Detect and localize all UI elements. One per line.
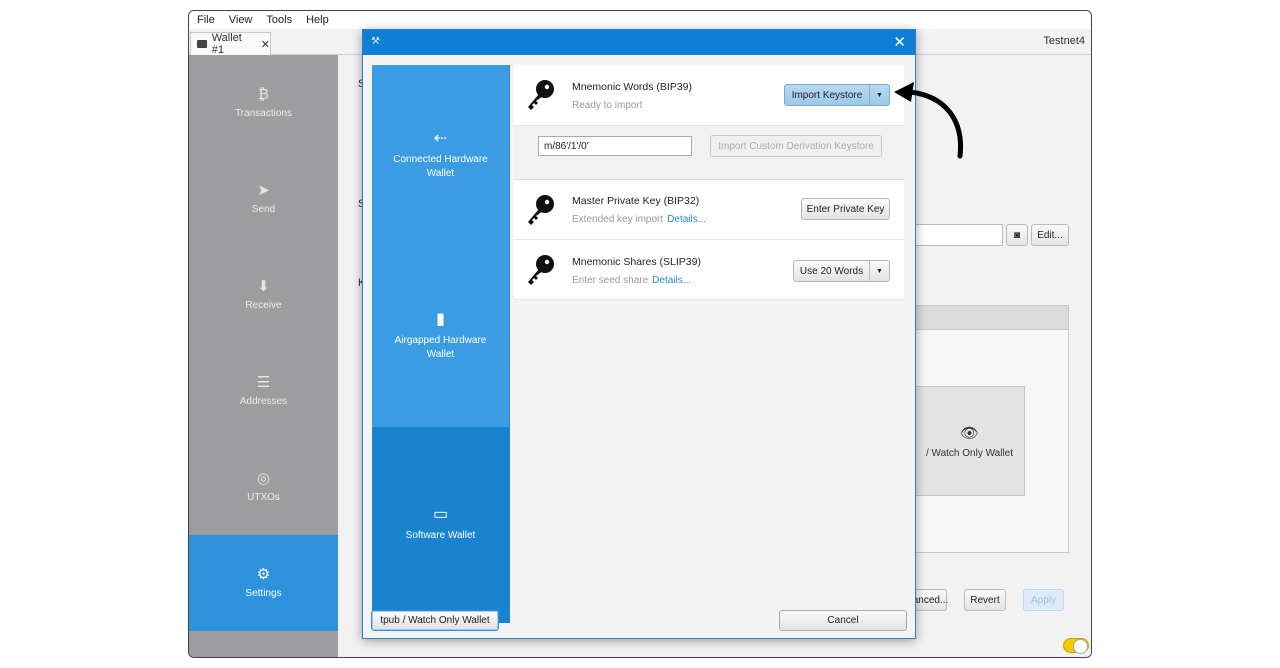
bitcoin-icon: ₿: [257, 86, 270, 103]
keystore-subtitle-text: Enter seed share: [572, 275, 649, 286]
camera-icon: ◙: [1013, 229, 1021, 241]
key-icon: [528, 80, 554, 110]
chevron-down-icon[interactable]: ▼: [869, 261, 889, 281]
import-custom-derivation-button[interactable]: Import Custom Derivation Keystore: [710, 135, 882, 157]
menu-tools[interactable]: Tools: [266, 14, 292, 26]
details-link[interactable]: Details...: [652, 275, 691, 286]
tab-wallet[interactable]: Wallet #1 ✕: [190, 32, 271, 56]
close-icon[interactable]: ✕: [893, 33, 906, 51]
import-keystore-label: Import Keystore: [791, 89, 863, 101]
revert-button[interactable]: Revert: [964, 589, 1006, 611]
menu-bar: File View Tools Help: [189, 11, 1091, 29]
annotation-arrow-icon: [894, 82, 964, 159]
use-20-words-label: Use 20 Words: [799, 265, 864, 277]
sidebar-item-settings[interactable]: ⚙ Settings: [189, 535, 338, 631]
menu-view[interactable]: View: [229, 14, 253, 26]
sidebar-item-label: Receive: [245, 300, 282, 311]
send-icon: ➤: [257, 182, 270, 199]
enter-private-key-button[interactable]: Enter Private Key: [801, 198, 890, 220]
keystore-title: Mnemonic Shares (SLIP39): [572, 256, 701, 268]
sidebar-item-receive[interactable]: ⬇ Receive: [189, 247, 338, 343]
tab-close-icon[interactable]: ✕: [261, 38, 270, 51]
watch-only-wallet-button[interactable]: tpub / Watch Only Wallet: [371, 610, 499, 631]
chevron-down-icon[interactable]: ▼: [869, 85, 889, 105]
sidebar-item-label: Transactions: [235, 108, 292, 119]
menu-help[interactable]: Help: [306, 14, 329, 26]
bg-keystore-panel-header: [916, 306, 1068, 330]
camera-button[interactable]: ◙: [1006, 224, 1028, 246]
theme-toggle[interactable]: [1063, 638, 1089, 654]
laptop-icon: ▭: [432, 506, 449, 523]
keystore-title: Master Private Key (BIP32): [572, 195, 700, 207]
menu-file[interactable]: File: [197, 14, 215, 26]
bg-watch-only-label: / Watch Only Wallet: [925, 447, 1014, 459]
sidebar-item-addresses[interactable]: ☰ Addresses: [189, 343, 338, 439]
import-keystore-button[interactable]: Import Keystore ▼: [784, 84, 890, 106]
sidebar-item-label: Settings: [245, 588, 282, 599]
category-label: Connected Hardware Wallet: [393, 153, 488, 179]
details-link[interactable]: Details...: [667, 214, 706, 225]
bg-descriptor-field[interactable]: [915, 224, 1003, 246]
derivation-path-input[interactable]: m/86'/1'/0': [538, 136, 692, 156]
keystore-row-bip39: Mnemonic Words (BIP39) Ready to import I…: [514, 65, 904, 126]
key-icon: [528, 195, 554, 225]
keystore-subtitle-text: Extended key import: [572, 214, 664, 225]
sidebar-item-label: UTXOs: [247, 492, 280, 503]
use-20-words-button[interactable]: Use 20 Words ▼: [793, 260, 890, 282]
coins-icon: ◎: [256, 470, 271, 487]
keystore-subtitle: Enter seed share Details...: [572, 275, 691, 286]
tab-wallet-label: Wallet #1: [211, 32, 242, 56]
usb-icon: ⇠: [433, 129, 448, 147]
sidebar-item-transactions[interactable]: ₿ Transactions: [189, 55, 338, 151]
add-keystore-dialog: ⚒ ✕ ⇠ Connected Hardware Wallet ▮ Airgap…: [362, 29, 916, 639]
dialog-category-sidebar: ⇠ Connected Hardware Wallet ▮ Airgapped …: [372, 65, 509, 623]
addresses-icon: ☰: [256, 374, 271, 391]
sidebar: ₿ Transactions ➤ Send ⬇ Receive ☰ Addres…: [189, 55, 338, 657]
advanced-button[interactable]: anced...: [913, 589, 948, 611]
receive-icon: ⬇: [257, 278, 270, 295]
keystore-row-bip32: Master Private Key (BIP32) Extended key …: [514, 180, 904, 240]
edit-button[interactable]: Edit...: [1031, 224, 1069, 246]
category-software-wallet[interactable]: ▭ Software Wallet: [372, 427, 509, 623]
dialog-title-bar: ⚒ ✕: [363, 30, 915, 55]
cancel-button[interactable]: Cancel: [779, 610, 907, 631]
category-label: Airgapped Hardware Wallet: [394, 334, 487, 360]
keystore-row-slip39: Mnemonic Shares (SLIP39) Enter seed shar…: [514, 240, 904, 300]
sidebar-item-send[interactable]: ➤ Send: [189, 151, 338, 247]
wallet-icon: [197, 40, 207, 48]
derivation-row: m/86'/1'/0' Import Custom Derivation Key…: [514, 126, 904, 180]
sidebar-item-label: Addresses: [239, 396, 288, 407]
sidebar-item-utxos[interactable]: ◎ UTXOs: [189, 439, 338, 535]
keystore-options-panel: Mnemonic Words (BIP39) Ready to import I…: [509, 65, 907, 623]
apply-button[interactable]: Apply: [1023, 589, 1064, 611]
bg-watch-only-card[interactable]: 👁 / Watch Only Wallet: [915, 386, 1025, 496]
network-label: Testnet4: [1043, 35, 1085, 47]
tool-icon: ⚒: [371, 36, 380, 47]
category-connected-hardware[interactable]: ⇠ Connected Hardware Wallet: [372, 65, 509, 246]
key-icon: [528, 255, 554, 285]
sidebar-item-label: Send: [251, 204, 276, 215]
sd-card-icon: ▮: [436, 310, 445, 328]
eye-icon: 👁: [959, 424, 980, 442]
keystore-title: Mnemonic Words (BIP39): [572, 81, 693, 93]
keystore-subtitle: Extended key import Details...: [572, 214, 706, 225]
category-airgapped-hardware[interactable]: ▮ Airgapped Hardware Wallet: [372, 246, 509, 427]
gear-icon: ⚙: [256, 566, 271, 583]
keystore-subtitle: Ready to import: [572, 100, 643, 111]
category-label: Software Wallet: [405, 530, 476, 541]
